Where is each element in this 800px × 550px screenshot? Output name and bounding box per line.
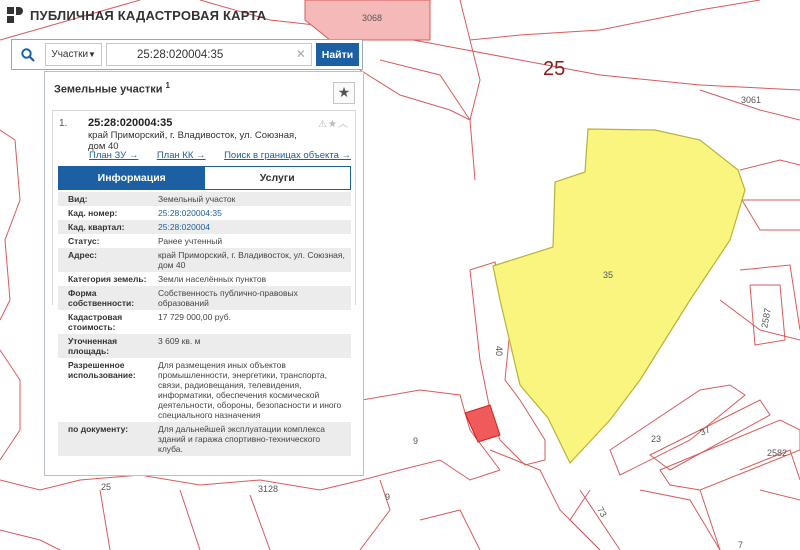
star-icon: ★	[337, 84, 351, 100]
map-label-3061: 3061	[741, 95, 762, 105]
results-count: 1	[165, 81, 170, 91]
attribute-row: Статус: Ранее учтенный	[58, 234, 351, 248]
tab-info[interactable]: Информация	[59, 167, 205, 189]
attribute-value[interactable]: 25:28:020004:35	[158, 206, 351, 220]
panel-title: Земельные участки 1	[54, 81, 170, 96]
find-button[interactable]: Найти	[315, 43, 359, 66]
attribute-key: Вид:	[68, 194, 88, 204]
attribute-table: Вид: Земельный участок Кад. номер: 25:28:02…	[58, 192, 351, 456]
attribute-row: Адрес: край Приморский, г. Владивосток, у…	[58, 248, 351, 272]
attribute-value: Земли населённых пунктов	[158, 274, 267, 284]
attribute-row: по документу: Для дальнейшей эксплуатации…	[58, 422, 351, 456]
attribute-key: Кад. квартал:	[68, 222, 125, 232]
pkk-logo-icon[interactable]	[6, 6, 24, 24]
map-label-9b: 9	[385, 492, 391, 502]
attribute-key: Разрешенное использование:	[68, 360, 136, 380]
tab-services[interactable]: Услуги	[204, 167, 350, 189]
attribute-value: Собственность публично-правовых образова…	[158, 288, 298, 308]
attribute-value: 17 729 000,00 руб.	[158, 312, 231, 322]
warning-icon[interactable]: ⚠	[318, 119, 328, 130]
map-label-2582: 2582	[767, 448, 788, 458]
attribute-row: Кад. квартал: 25:28:020004	[58, 220, 351, 234]
attribute-key: Форма собственности:	[68, 288, 135, 308]
attribute-value: Для дальнейшей эксплуатации комплекса зд…	[158, 424, 325, 454]
panel-title-text: Земельные участки	[54, 83, 163, 96]
object-type-label: Участки	[51, 49, 89, 60]
attribute-value: 3 609 кв. м	[158, 336, 201, 346]
cadastral-number[interactable]: 25:28:020004:35	[88, 117, 172, 129]
attribute-key: Кад. номер:	[68, 208, 118, 218]
search-in-bounds-link[interactable]: Поиск в границах объекта →	[224, 150, 351, 161]
card-action-icons: ⚠★︿	[318, 115, 349, 130]
attribute-value: Земельный участок	[158, 194, 236, 204]
attribute-key: по документу:	[68, 424, 129, 434]
plan-kk-link[interactable]: План КК →	[157, 150, 206, 161]
map-label-9a: 9	[413, 436, 419, 446]
attribute-key: Уточненная площадь:	[68, 336, 118, 356]
map-label-35: 35	[603, 270, 614, 280]
attribute-value: Ранее учтенный	[158, 236, 223, 246]
attribute-row: Кадастровая стоимость: 17 729 000,00 руб.	[58, 310, 351, 334]
attribute-key: Статус:	[68, 236, 100, 246]
caret-down-icon: ▼	[88, 50, 96, 59]
map-label-3068: 3068	[362, 13, 383, 23]
object-type-select[interactable]: Участки ▼	[45, 43, 102, 66]
map-label-25b: 25	[101, 482, 112, 492]
map-label-23: 23	[651, 434, 662, 444]
search-icon[interactable]	[15, 43, 41, 66]
attribute-value: край Приморский, г. Владивосток, ул. Сою…	[158, 250, 345, 270]
attribute-value[interactable]: 25:28:020004	[158, 220, 351, 234]
attribute-row: Разрешенное использование: Для размещения…	[58, 358, 351, 422]
collapse-icon[interactable]: ︿	[338, 119, 349, 130]
app-title: ПУБЛИЧНАЯ КАДАСТРОВАЯ КАРТА	[30, 7, 267, 23]
star-icon[interactable]: ★	[328, 119, 338, 130]
card-tabs: Информация Услуги	[58, 166, 351, 190]
map-label-40: 40	[494, 345, 505, 357]
clear-icon[interactable]: ✕	[296, 48, 306, 60]
attribute-key: Категория земель:	[68, 274, 147, 284]
attribute-row: Кад. номер: 25:28:020004:35	[58, 206, 351, 220]
map-label-7: 7	[738, 540, 744, 550]
attribute-value: Для размещения иных объектов промышленно…	[158, 360, 342, 420]
attribute-row: Уточненная площадь: 3 609 кв. м	[58, 334, 351, 358]
attribute-key: Кадастровая стоимость:	[68, 312, 123, 332]
parcel-address: край Приморский, г. Владивосток, ул. Сою…	[88, 130, 297, 152]
map-label-3128: 3128	[258, 484, 279, 494]
map-label-block-25: 25	[543, 58, 566, 80]
search-input[interactable]	[105, 43, 312, 66]
attribute-key: Адрес:	[68, 250, 97, 260]
plan-zu-link[interactable]: План ЗУ →	[89, 150, 138, 161]
attribute-row: Категория земель: Земли населённых пункто…	[58, 272, 351, 286]
favorite-star-button[interactable]: ★	[333, 81, 355, 104]
result-index: 1.	[59, 118, 68, 129]
app-header: ПУБЛИЧНАЯ КАДАСТРОВАЯ КАРТА	[6, 6, 266, 24]
search-bar: Участки ▼ ✕ Найти	[11, 39, 363, 70]
attribute-row: Вид: Земельный участок	[58, 192, 351, 206]
attribute-row: Форма собственности: Собственность публич…	[58, 286, 351, 310]
card-links: План ЗУ → План КК → Поиск в границах объ…	[89, 150, 351, 161]
